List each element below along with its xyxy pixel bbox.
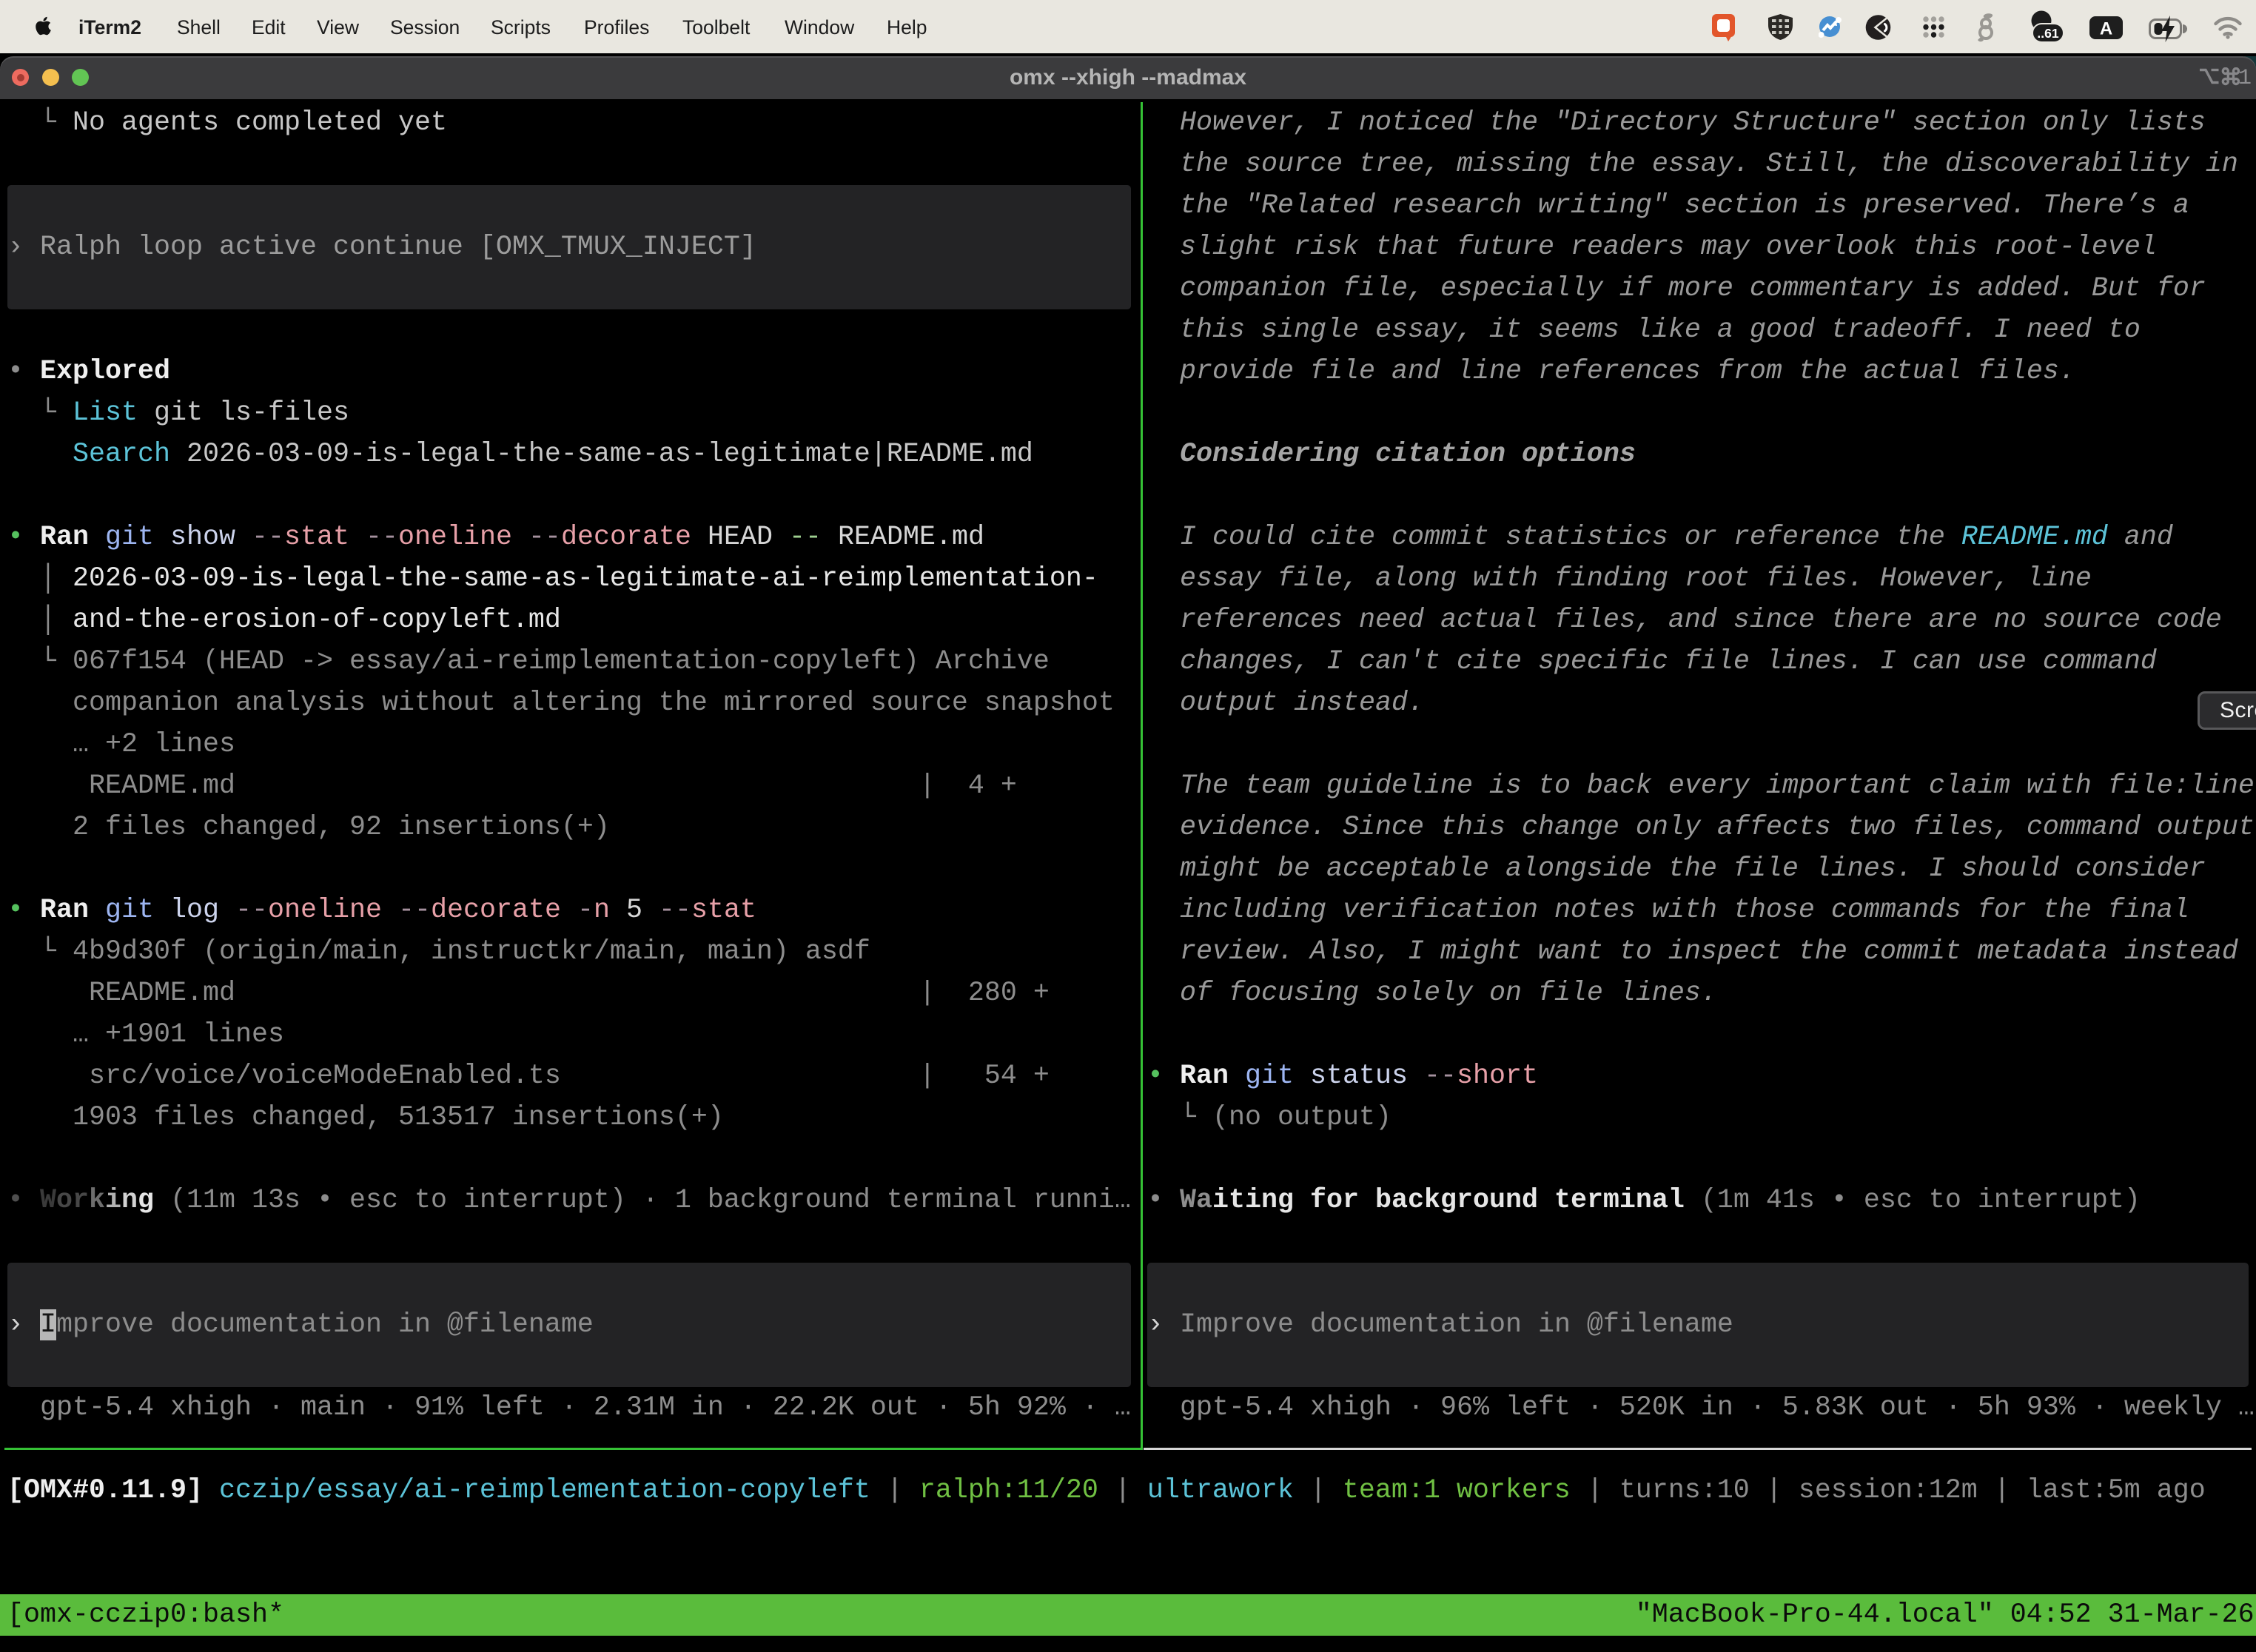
svg-text:..61: ..61 [2037, 26, 2058, 41]
svg-text:A: A [2100, 19, 2112, 39]
